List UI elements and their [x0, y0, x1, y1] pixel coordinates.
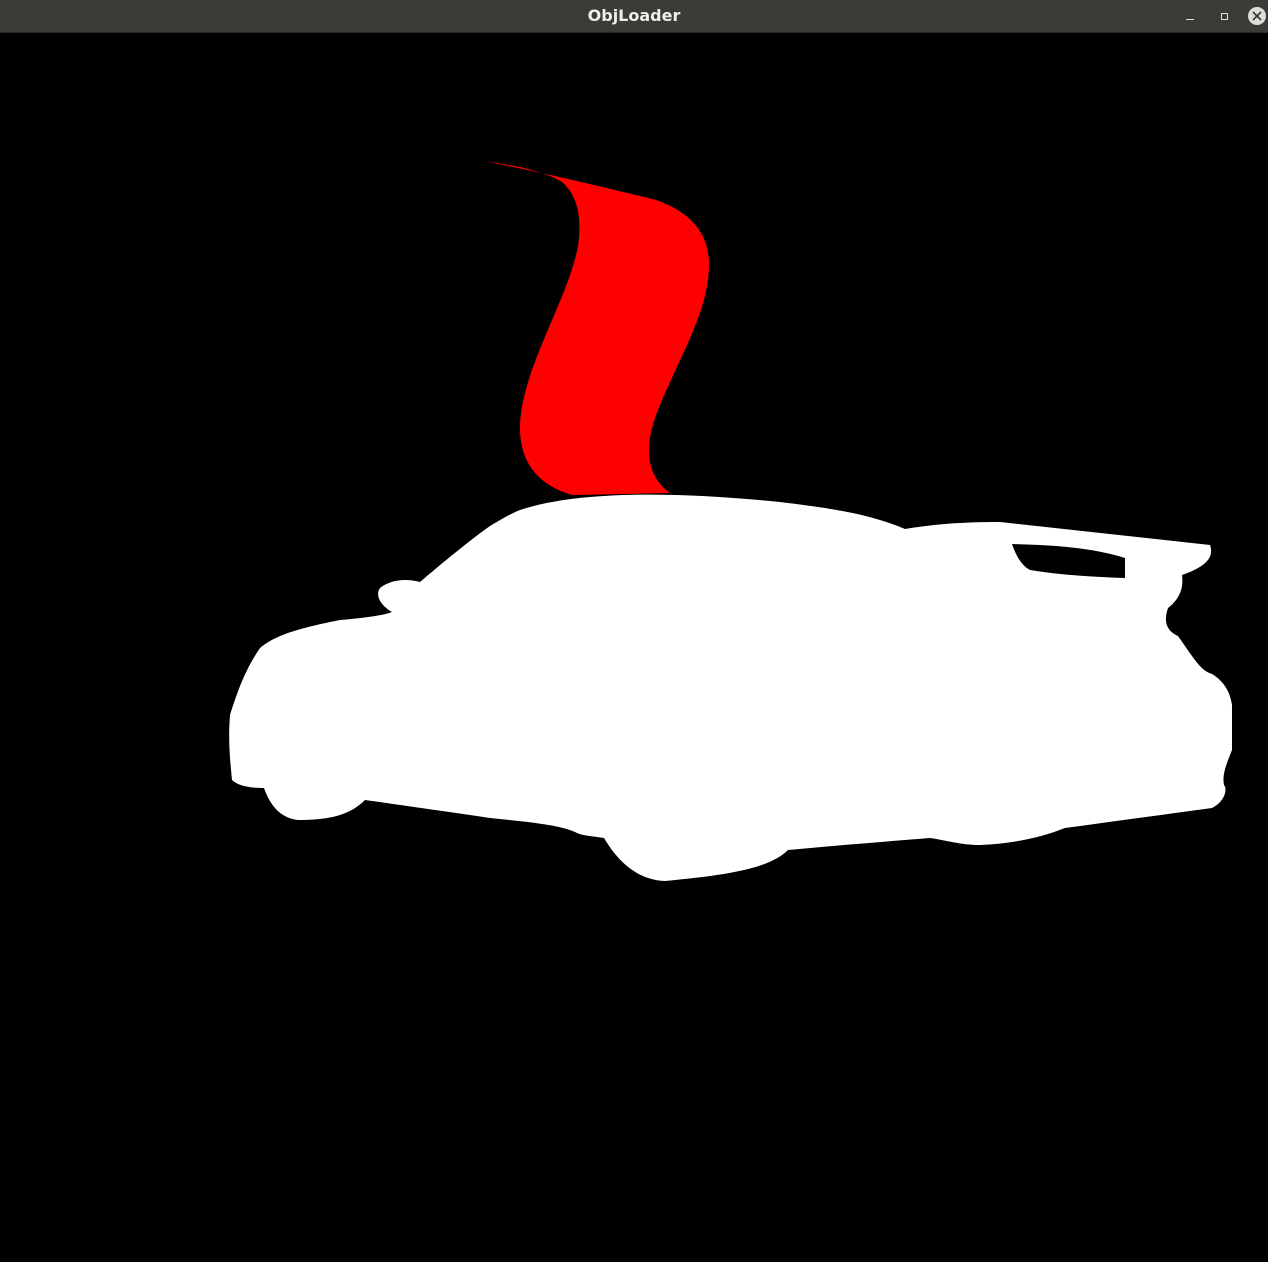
minimize-button[interactable]	[1180, 6, 1200, 26]
title-bar[interactable]: ObjLoader	[0, 0, 1268, 33]
close-icon	[1248, 7, 1266, 25]
app-window: ObjLoader	[0, 0, 1268, 1262]
window-title: ObjLoader	[587, 6, 681, 25]
close-button[interactable]	[1247, 6, 1267, 26]
scene-canvas	[0, 33, 1268, 1262]
maximize-icon	[1220, 12, 1228, 20]
minimize-icon	[1186, 18, 1194, 20]
render-viewport[interactable]	[0, 33, 1268, 1262]
maximize-button[interactable]	[1214, 6, 1234, 26]
